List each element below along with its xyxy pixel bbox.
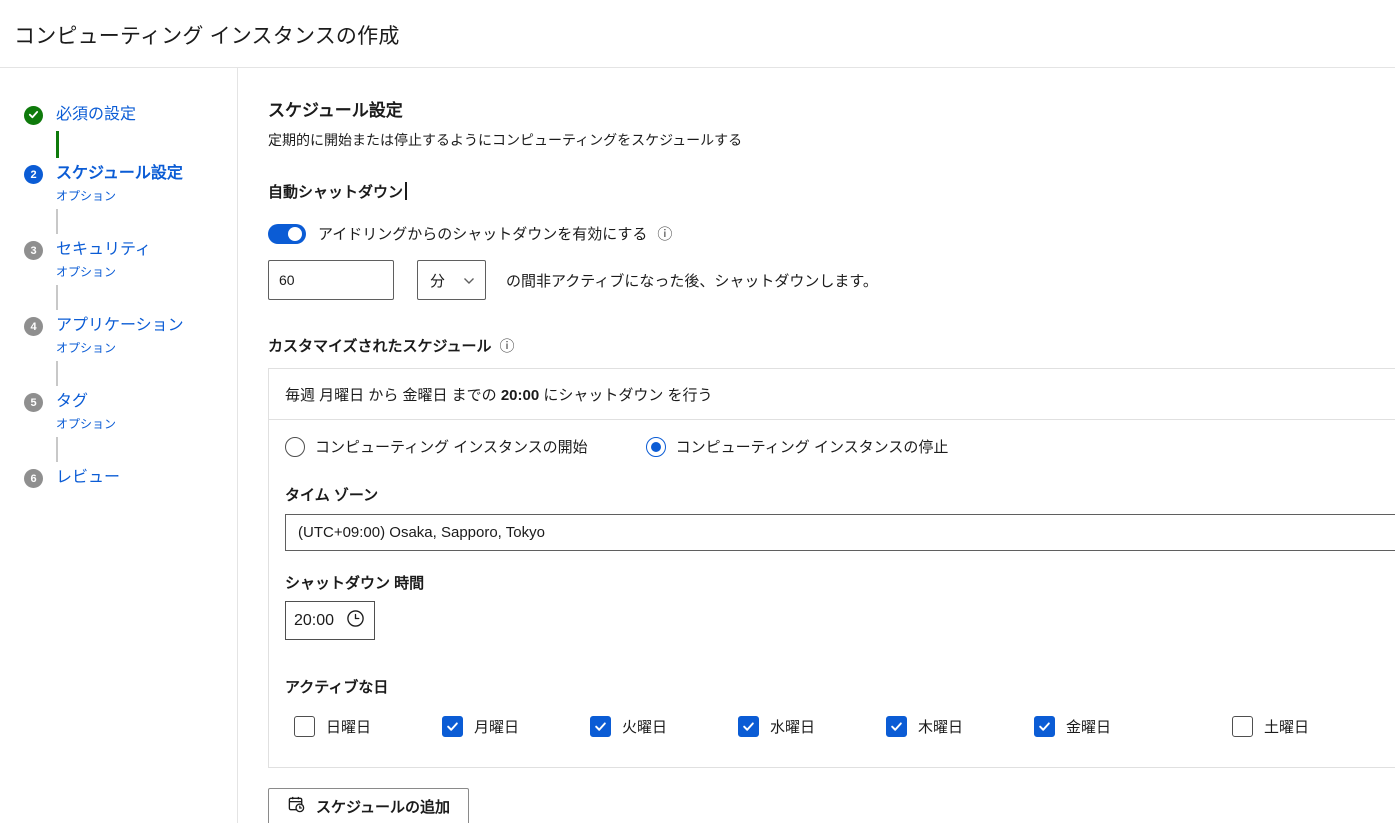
checkbox-monday[interactable]: 月曜日 bbox=[442, 716, 590, 737]
calendar-add-icon bbox=[287, 795, 306, 818]
checkbox-wednesday[interactable]: 水曜日 bbox=[738, 716, 886, 737]
add-schedule-button-label: スケジュールの追加 bbox=[316, 796, 450, 817]
checkbox-friday[interactable]: 金曜日 bbox=[1034, 716, 1232, 737]
checkbox-label: 月曜日 bbox=[474, 716, 519, 737]
sidebar-item-sublabel: オプション bbox=[56, 339, 184, 356]
sidebar-item-sublabel: オプション bbox=[56, 187, 183, 204]
step-number-circle: 3 bbox=[24, 241, 43, 260]
text-cursor bbox=[405, 182, 407, 200]
radio-circle bbox=[285, 437, 305, 457]
checkbox-box bbox=[294, 716, 315, 737]
step-done-circle bbox=[24, 106, 43, 125]
checkbox-label: 木曜日 bbox=[918, 716, 963, 737]
sidebar-item-tags[interactable]: 5 タグ オプション bbox=[24, 391, 237, 432]
idle-suffix-text: の間非アクティブになった後、シャットダウンします。 bbox=[506, 270, 878, 291]
schedule-settings-panel: スケジュール設定 定期的に開始または停止するようにコンピューティングをスケジュー… bbox=[238, 68, 1395, 823]
timezone-label: タイム ゾーン bbox=[285, 484, 1395, 505]
radio-start-instance[interactable]: コンピューティング インスタンスの開始 bbox=[285, 436, 588, 457]
radio-label: コンピューティング インスタンスの開始 bbox=[315, 436, 588, 457]
idle-shutdown-toggle-label: アイドリングからのシャットダウンを有効にする bbox=[318, 223, 647, 244]
sidebar-item-sublabel: オプション bbox=[56, 263, 151, 280]
checkbox-sunday[interactable]: 日曜日 bbox=[294, 716, 442, 737]
step-connector bbox=[56, 361, 58, 386]
chevron-down-icon bbox=[463, 272, 475, 289]
shutdown-time-value: 20:00 bbox=[294, 612, 334, 630]
sidebar-item-review[interactable]: 6 レビュー bbox=[24, 467, 237, 489]
section-title: スケジュール設定 bbox=[268, 96, 1395, 121]
step-number-circle: 2 bbox=[24, 165, 43, 184]
page-title: コンピューティング インスタンスの作成 bbox=[14, 20, 1395, 50]
step-number-circle: 5 bbox=[24, 393, 43, 412]
clock-icon[interactable] bbox=[346, 609, 365, 633]
toggle-knob bbox=[288, 227, 302, 241]
sidebar-item-label[interactable]: セキュリティ bbox=[56, 239, 151, 261]
info-icon[interactable]: ⓘ bbox=[500, 337, 515, 355]
shutdown-time-input[interactable]: 20:00 bbox=[285, 601, 375, 640]
step-connector bbox=[56, 437, 58, 462]
checkbox-tuesday[interactable]: 火曜日 bbox=[590, 716, 738, 737]
check-icon bbox=[28, 109, 39, 123]
sidebar-item-schedule-settings[interactable]: 2 スケジュール設定 オプション bbox=[24, 163, 237, 204]
idle-unit-select[interactable]: 分 bbox=[417, 260, 486, 300]
radio-circle bbox=[646, 437, 666, 457]
checkbox-box bbox=[738, 716, 759, 737]
sidebar-item-security[interactable]: 3 セキュリティ オプション bbox=[24, 239, 237, 280]
radio-label: コンピューティング インスタンスの停止 bbox=[676, 436, 949, 457]
shutdown-time-label: シャットダウン 時間 bbox=[285, 572, 1395, 593]
schedule-summary: 毎週 月曜日 から 金曜日 までの 20:00 にシャットダウン を行う bbox=[269, 369, 1395, 420]
checkbox-label: 日曜日 bbox=[326, 716, 371, 737]
sidebar-item-applications[interactable]: 4 アプリケーション オプション bbox=[24, 315, 237, 356]
checkbox-label: 水曜日 bbox=[770, 716, 815, 737]
info-icon[interactable]: ⓘ bbox=[657, 223, 672, 244]
checkbox-thursday[interactable]: 木曜日 bbox=[886, 716, 1034, 737]
section-description: 定期的に開始または停止するようにコンピューティングをスケジュールする bbox=[268, 130, 1395, 150]
radio-stop-instance[interactable]: コンピューティング インスタンスの停止 bbox=[646, 436, 949, 457]
step-connector bbox=[56, 209, 58, 234]
schedule-card: 毎週 月曜日 から 金曜日 までの 20:00 にシャットダウン を行う コンピ… bbox=[268, 368, 1395, 768]
sidebar-item-required-settings[interactable]: 必須の設定 bbox=[24, 104, 237, 126]
checkbox-saturday[interactable]: 土曜日 bbox=[1232, 716, 1380, 737]
step-connector bbox=[56, 285, 58, 310]
idle-unit-value: 分 bbox=[430, 270, 445, 291]
checkbox-label: 土曜日 bbox=[1264, 716, 1309, 737]
add-schedule-button[interactable]: スケジュールの追加 bbox=[268, 788, 469, 823]
auto-shutdown-heading: 自動シャットダウン bbox=[268, 181, 1395, 202]
schedule-summary-time: 20:00 bbox=[501, 387, 539, 404]
timezone-select[interactable]: (UTC+09:00) Osaka, Sapporo, Tokyo bbox=[285, 514, 1395, 551]
checkbox-label: 火曜日 bbox=[622, 716, 667, 737]
sidebar-item-label[interactable]: 必須の設定 bbox=[56, 104, 136, 126]
custom-schedule-heading: カスタマイズされたスケジュールⓘ bbox=[268, 335, 1395, 356]
sidebar-item-label[interactable]: レビュー bbox=[56, 467, 120, 489]
checkbox-box bbox=[1232, 716, 1253, 737]
timezone-value: (UTC+09:00) Osaka, Sapporo, Tokyo bbox=[298, 524, 545, 541]
checkbox-box bbox=[590, 716, 611, 737]
page-header: コンピューティング インスタンスの作成 bbox=[0, 0, 1395, 68]
sidebar-item-sublabel: オプション bbox=[56, 415, 116, 432]
checkbox-box bbox=[442, 716, 463, 737]
step-connector bbox=[56, 131, 59, 158]
checkbox-box bbox=[1034, 716, 1055, 737]
step-number-circle: 4 bbox=[24, 317, 43, 336]
active-days-group: 日曜日 月曜日 火曜日 水曜日 木曜日 bbox=[294, 716, 1395, 737]
active-days-label: アクティブな日 bbox=[285, 676, 1395, 697]
idle-minutes-input[interactable] bbox=[268, 260, 394, 300]
wizard-steps-sidebar: 必須の設定 2 スケジュール設定 オプション 3 セキュリティ オプション 4 … bbox=[0, 68, 238, 823]
step-number-circle: 6 bbox=[24, 469, 43, 488]
checkbox-box bbox=[886, 716, 907, 737]
sidebar-item-label[interactable]: タグ bbox=[56, 391, 116, 413]
checkbox-label: 金曜日 bbox=[1066, 716, 1111, 737]
sidebar-item-label[interactable]: アプリケーション bbox=[56, 315, 184, 337]
sidebar-item-label[interactable]: スケジュール設定 bbox=[56, 163, 183, 185]
idle-shutdown-toggle[interactable] bbox=[268, 224, 306, 244]
